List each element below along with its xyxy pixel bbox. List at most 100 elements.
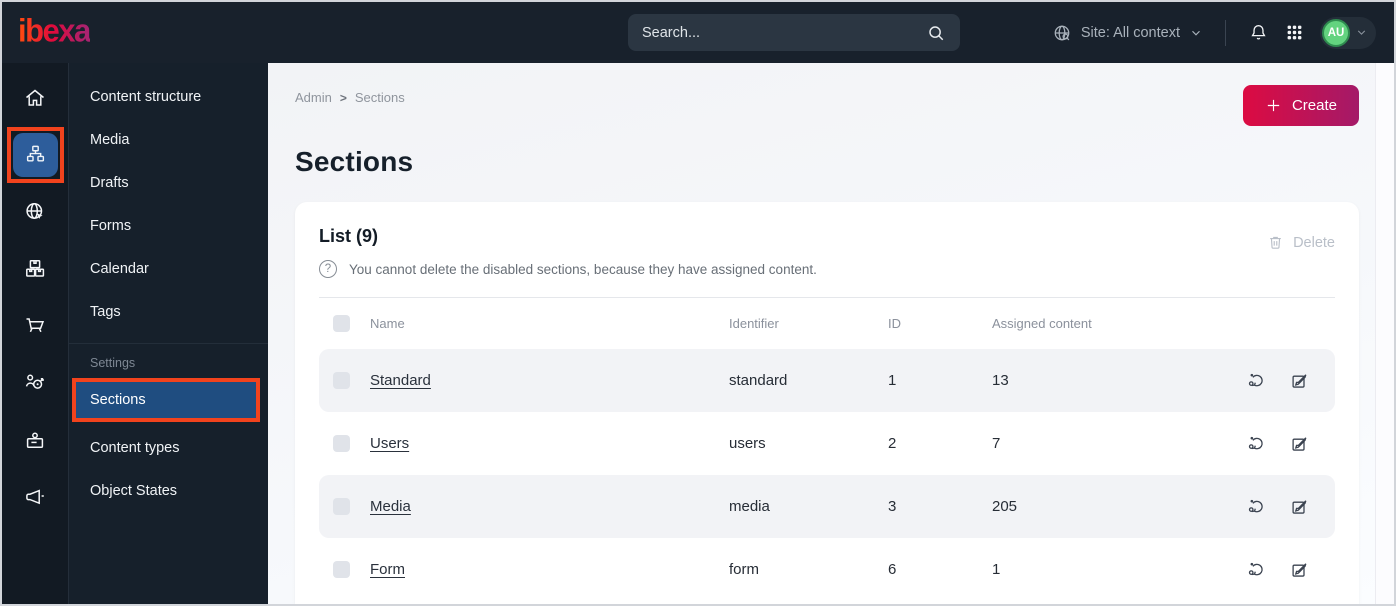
avatar: AU <box>1322 18 1350 47</box>
breadcrumb: Admin > Sections <box>295 85 405 105</box>
menu-item-forms[interactable]: Forms <box>69 204 268 247</box>
cell-identifier: media <box>729 498 770 515</box>
admin-badge-icon <box>23 428 47 452</box>
cell-identifier: users <box>729 435 766 452</box>
product-boxes-icon <box>23 257 47 281</box>
search-input[interactable] <box>642 24 926 41</box>
menu-item-object-states[interactable]: Object States <box>69 469 268 512</box>
row-checkbox[interactable] <box>333 561 350 578</box>
megaphone-icon <box>23 485 47 509</box>
assign-content-icon[interactable] <box>1247 497 1266 516</box>
row-checkbox[interactable] <box>333 435 350 452</box>
edit-icon[interactable] <box>1290 497 1309 516</box>
cell-identifier: standard <box>729 372 788 389</box>
chevron-down-icon <box>1189 26 1203 40</box>
globe-icon <box>1052 23 1072 43</box>
side-menu: Content structure Media Drafts Forms Cal… <box>69 63 268 604</box>
content-structure-icon <box>24 143 47 166</box>
menu-item-calendar[interactable]: Calendar <box>69 247 268 290</box>
table-row: Form form 6 1 <box>319 538 1335 601</box>
table-row: Standard standard 1 13 <box>319 349 1335 412</box>
select-all-checkbox[interactable] <box>333 315 350 332</box>
rail-item-product-catalog[interactable] <box>2 240 68 297</box>
topbar-divider <box>1225 19 1226 46</box>
table-header: Name Identifier ID Assigned content <box>319 298 1335 349</box>
search-icon[interactable] <box>926 23 946 43</box>
table-row: Users users 2 7 <box>319 412 1335 475</box>
section-name-link[interactable]: Users <box>370 435 729 452</box>
list-info: ? You cannot delete the disabled section… <box>319 260 817 278</box>
main-content: Admin > Sections Create Sections List (9… <box>268 63 1394 604</box>
menu-item-sections-active[interactable]: Sections <box>72 378 260 422</box>
cell-assigned-content: 1 <box>992 561 1001 578</box>
section-name-link[interactable]: Form <box>370 561 729 578</box>
cell-id: 3 <box>888 498 897 515</box>
section-name-link[interactable]: Media <box>370 498 729 515</box>
rail-item-dashboard[interactable] <box>2 69 68 126</box>
column-name: Name <box>370 316 405 331</box>
create-button[interactable]: Create <box>1242 85 1359 126</box>
icon-rail <box>2 63 69 604</box>
site-globe-icon <box>23 200 47 224</box>
rail-item-content-structure[interactable] <box>2 126 68 183</box>
breadcrumb-separator: > <box>339 90 347 105</box>
menu-item-tags[interactable]: Tags <box>69 290 268 333</box>
app-window: ibexa Site: All context <box>0 0 1396 606</box>
user-menu[interactable]: AU <box>1320 16 1376 49</box>
list-info-text: You cannot delete the disabled sections,… <box>349 261 817 277</box>
help-icon: ? <box>319 260 337 278</box>
settings-group: Settings Sections Content types Object S… <box>69 343 268 512</box>
rail-item-admin[interactable] <box>2 411 68 468</box>
section-name-link[interactable]: Standard <box>370 372 729 389</box>
topbar-actions: Site: All context AU <box>1052 16 1376 49</box>
apps-grid-icon[interactable] <box>1285 23 1304 42</box>
cell-id: 6 <box>888 561 897 578</box>
scrollbar[interactable] <box>1375 63 1394 604</box>
edit-icon[interactable] <box>1290 371 1309 390</box>
delete-button[interactable]: Delete <box>1267 234 1335 251</box>
cell-assigned-content: 205 <box>992 498 1018 515</box>
sections-list-card: List (9) ? You cannot delete the disable… <box>295 202 1359 604</box>
page-title: Sections <box>295 146 414 177</box>
menu-item-content-types[interactable]: Content types <box>69 426 268 469</box>
rail-item-site[interactable] <box>2 183 68 240</box>
topbar: ibexa Site: All context <box>2 2 1394 63</box>
row-checkbox[interactable] <box>333 372 350 389</box>
customer-target-icon <box>23 371 47 395</box>
plus-icon <box>1265 97 1282 114</box>
menu-item-content-structure[interactable]: Content structure <box>69 75 268 118</box>
breadcrumb-admin[interactable]: Admin <box>295 90 332 105</box>
cell-assigned-content: 7 <box>992 435 1001 452</box>
row-checkbox[interactable] <box>333 498 350 515</box>
notifications-bell-icon[interactable] <box>1248 22 1269 43</box>
active-rail-tile[interactable] <box>12 132 58 177</box>
settings-group-label: Settings <box>90 356 136 370</box>
annotation-highlight <box>6 126 64 183</box>
list-title: List (9) <box>319 226 379 246</box>
assign-content-icon[interactable] <box>1247 371 1266 390</box>
breadcrumb-sections: Sections <box>354 90 405 105</box>
cell-assigned-content: 13 <box>992 372 1009 389</box>
table-row: Media media 3 205 <box>319 475 1335 538</box>
trash-icon <box>1267 234 1284 251</box>
rail-item-customers[interactable] <box>2 354 68 411</box>
assign-content-icon[interactable] <box>1247 434 1266 453</box>
ibexa-logo[interactable]: ibexa <box>18 12 91 54</box>
menu-item-media[interactable]: Media <box>69 118 268 161</box>
column-assigned-content: Assigned content <box>992 316 1092 331</box>
column-identifier: Identifier <box>729 316 779 331</box>
assign-content-icon[interactable] <box>1247 560 1266 579</box>
site-context-dropdown[interactable]: Site: All context <box>1052 23 1203 43</box>
cell-identifier: form <box>729 561 759 578</box>
rail-item-marketing[interactable] <box>2 468 68 525</box>
global-search[interactable] <box>628 14 960 51</box>
edit-icon[interactable] <box>1290 434 1309 453</box>
site-context-label: Site: All context <box>1080 24 1180 41</box>
home-icon <box>23 86 47 110</box>
edit-icon[interactable] <box>1290 560 1309 579</box>
rail-item-commerce[interactable] <box>2 297 68 354</box>
user-chevron-down-icon <box>1355 26 1368 39</box>
menu-item-drafts[interactable]: Drafts <box>69 161 268 204</box>
cell-id: 1 <box>888 372 897 389</box>
column-id: ID <box>888 316 901 331</box>
